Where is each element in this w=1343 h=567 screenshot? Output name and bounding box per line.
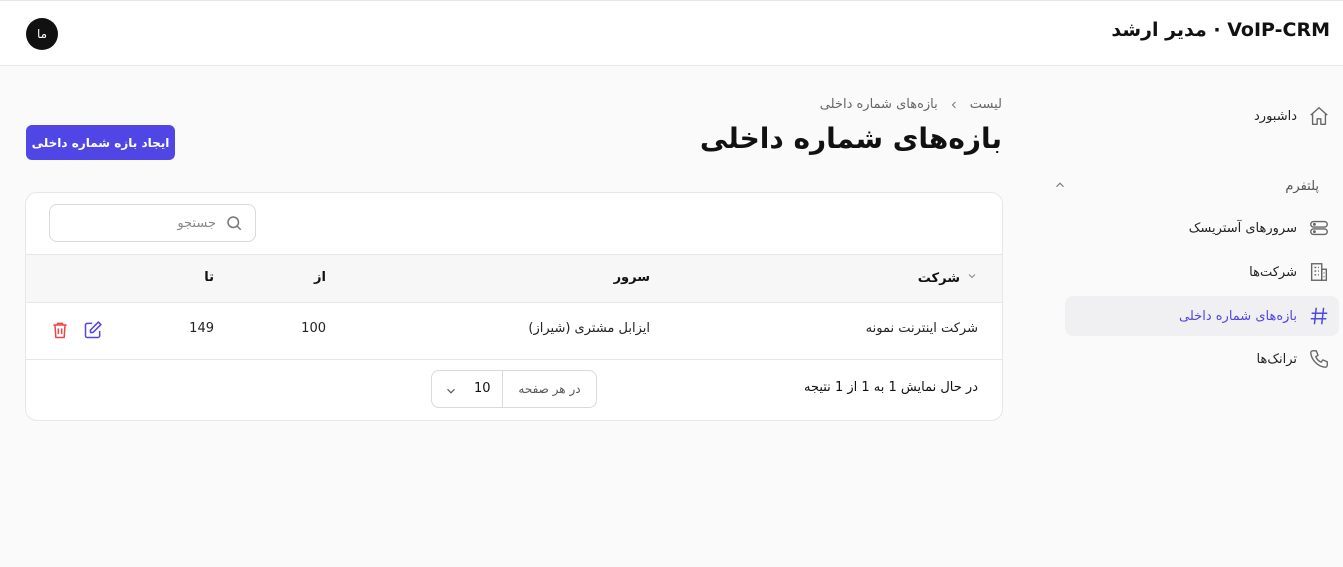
home-icon xyxy=(1307,104,1331,128)
sidebar-item-label: شرکت‌ها xyxy=(1249,264,1297,280)
sidebar-item-trunks[interactable]: ترانک‌ها xyxy=(1065,339,1339,379)
page-title: بازه‌های شماره داخلی xyxy=(699,122,1002,155)
chevron-down-icon xyxy=(444,383,458,397)
sidebar-item-extension-ranges[interactable]: بازه‌های شماره داخلی xyxy=(1065,296,1339,336)
chevron-left-icon xyxy=(948,99,960,111)
sidebar-item-label: داشبورد xyxy=(1254,108,1297,124)
search-icon xyxy=(225,214,243,232)
column-header-to: تا xyxy=(204,270,214,285)
building-icon xyxy=(1307,260,1331,284)
table-header: شرکت سرور از تا xyxy=(26,254,1002,303)
search-box[interactable] xyxy=(49,204,256,242)
breadcrumb-parent-link[interactable]: بازه‌های شماره داخلی xyxy=(820,97,938,112)
table-footer: در حال نمایش 1 به 1 از 1 نتیجه در هر صفح… xyxy=(26,360,1002,420)
sidebar: داشبورد پلتفرم سرورهای آستریسک شرکت‌ها ب… xyxy=(1053,66,1343,567)
phone-icon xyxy=(1307,347,1331,371)
sidebar-item-companies[interactable]: شرکت‌ها xyxy=(1065,252,1339,292)
chevron-down-icon xyxy=(966,270,978,286)
sidebar-item-label: بازه‌های شماره داخلی xyxy=(1179,308,1297,324)
sidebar-item-label: سرورهای آستریسک xyxy=(1188,220,1297,236)
per-page-label: در هر صفحه xyxy=(502,371,596,407)
server-icon xyxy=(1307,216,1331,240)
edit-icon[interactable] xyxy=(83,320,103,340)
trash-icon[interactable] xyxy=(50,320,70,340)
sidebar-section-label: پلتفرم xyxy=(1285,178,1319,194)
breadcrumb-current: لیست xyxy=(969,97,1002,112)
cell-to: 149 xyxy=(189,321,214,336)
cell-server: ایزابل مشتری (شیراز) xyxy=(528,321,650,336)
column-header-from: از xyxy=(314,270,326,285)
column-header-server: سرور xyxy=(613,270,650,285)
top-bar: VoIP-CRM · مدیر ارشد ما xyxy=(0,0,1343,66)
cell-company: شرکت اینترنت نمونه xyxy=(865,321,978,336)
per-page-value: 10 xyxy=(474,381,491,396)
app-brand: VoIP-CRM · مدیر ارشد xyxy=(1111,19,1330,41)
sidebar-item-dashboard[interactable]: داشبورد xyxy=(1065,96,1339,136)
table-row: شرکت اینترنت نمونه ایزابل مشتری (شیراز) … xyxy=(26,303,1002,360)
chevron-up-icon xyxy=(1053,177,1067,196)
cell-from: 100 xyxy=(301,321,326,336)
sidebar-item-label: ترانک‌ها xyxy=(1256,351,1297,367)
per-page-select[interactable]: در هر صفحه 10 xyxy=(431,370,597,408)
search-input[interactable] xyxy=(50,205,220,241)
column-header-label: شرکت xyxy=(917,270,960,286)
table-card: شرکت سرور از تا شرکت اینترنت نمونه ایزاب… xyxy=(25,192,1003,421)
sidebar-item-asterisk-servers[interactable]: سرورهای آستریسک xyxy=(1065,208,1339,248)
column-header-company[interactable]: شرکت xyxy=(918,270,978,286)
hash-icon xyxy=(1307,304,1331,328)
result-count-text: در حال نمایش 1 به 1 از 1 نتیجه xyxy=(803,380,978,395)
breadcrumb: بازه‌های شماره داخلی لیست xyxy=(820,97,1002,112)
sidebar-section-platform[interactable]: پلتفرم xyxy=(1053,174,1319,198)
avatar[interactable]: ما xyxy=(26,18,58,50)
create-extension-range-button[interactable]: ایجاد بازه شماره داخلی xyxy=(26,125,175,160)
